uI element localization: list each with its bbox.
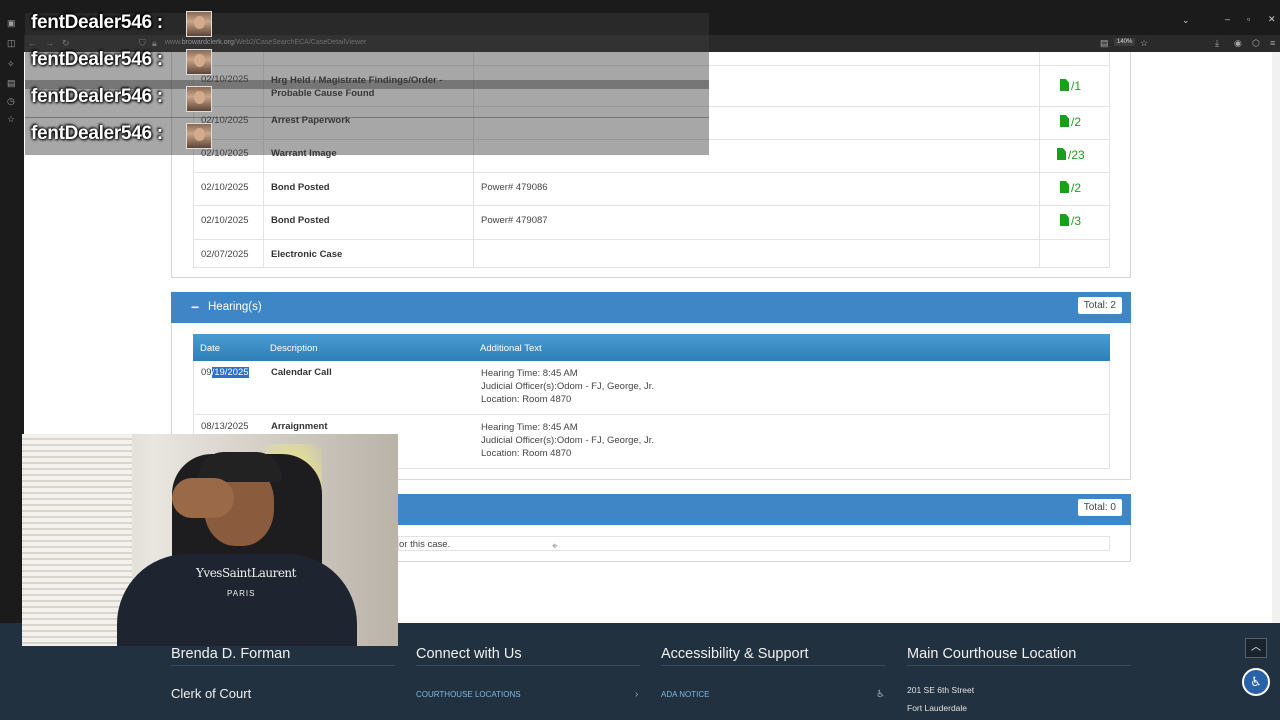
col-additional-text[interactable]: Additional Text bbox=[480, 343, 542, 354]
courthouse-locations-link[interactable]: COURTHOUSE LOCATIONS bbox=[416, 690, 521, 699]
docket-doc-cell: /23 bbox=[1040, 140, 1110, 172]
window-blinds bbox=[22, 434, 132, 646]
docket-additional: Power# 479087 bbox=[474, 206, 1040, 239]
menu-icon[interactable]: ≡ bbox=[1270, 38, 1275, 48]
sidebar-ai-icon[interactable]: ✧ bbox=[7, 59, 15, 70]
browser-sidebar: ▣ ◫ ✧ ▤ ◷ ☆ ⚙ bbox=[0, 0, 24, 720]
docket-doc-cell: /3 bbox=[1040, 206, 1110, 239]
chat-avatar bbox=[186, 49, 212, 75]
divider bbox=[416, 665, 640, 666]
hearings-title: Hearing(s) bbox=[208, 301, 262, 313]
footer-heading: Accessibility & Support bbox=[661, 646, 809, 662]
back-to-top-button[interactable]: ︿ bbox=[1245, 638, 1267, 658]
address-line2: Fort Lauderdale bbox=[907, 703, 968, 713]
hearings-total-badge: Total: 2 bbox=[1077, 297, 1122, 314]
document-icon bbox=[1060, 181, 1069, 193]
chat-username: fentDealer546 : bbox=[31, 12, 163, 33]
chat-username: fentDealer546 : bbox=[31, 86, 163, 107]
sidebar-bookmarks-icon[interactable]: ▤ bbox=[7, 78, 16, 89]
docket-description: Bond Posted bbox=[264, 173, 474, 205]
ada-notice-link[interactable]: ADA NOTICE bbox=[661, 690, 709, 699]
chat-avatar bbox=[186, 86, 212, 112]
hearing-additional: Hearing Time: 8:45 AM Judicial Officer(s… bbox=[481, 368, 654, 405]
docket-date: 02/10/2025 bbox=[194, 206, 264, 239]
chevron-right-icon: › bbox=[635, 689, 639, 700]
chat-avatar bbox=[186, 11, 212, 37]
accessibility-icon: ♿︎ bbox=[1250, 674, 1262, 689]
docket-doc-cell: /2 bbox=[1040, 173, 1110, 205]
document-icon bbox=[1060, 214, 1069, 226]
shirt-logo-sub: PARIS bbox=[227, 589, 256, 598]
empty-message-row: or this case. bbox=[398, 536, 1110, 551]
docket-date: 02/07/2025 bbox=[194, 240, 264, 267]
chat-avatar bbox=[186, 123, 212, 149]
collapse-icon[interactable]: − bbox=[191, 299, 199, 315]
shirt-logo: YvesSaintLaurent bbox=[196, 566, 296, 580]
footer-subheading: Clerk of Court bbox=[171, 686, 252, 701]
reader-view-icon[interactable]: ▤ bbox=[1100, 38, 1109, 48]
docket-doc-cell bbox=[1040, 52, 1110, 65]
divider bbox=[171, 665, 395, 666]
streamer-hand bbox=[172, 478, 234, 518]
chat-username: fentDealer546 : bbox=[31, 123, 163, 144]
docket-doc-cell: /1 bbox=[1040, 66, 1110, 106]
document-link[interactable]: /1 bbox=[1060, 79, 1081, 93]
footer-heading: Brenda D. Forman bbox=[171, 646, 291, 662]
page-scrollbar[interactable] bbox=[1272, 52, 1280, 712]
hearing-additional: Hearing Time: 8:45 AM Judicial Officer(s… bbox=[481, 422, 654, 459]
footer-heading: Connect with Us bbox=[416, 646, 522, 662]
footer-heading: Main Courthouse Location bbox=[907, 646, 1077, 662]
next-section-total-badge: Total: 0 bbox=[1077, 499, 1122, 516]
docket-row: 02/10/2025 Bond Posted Power# 479087 /3 bbox=[193, 206, 1110, 240]
divider bbox=[661, 665, 885, 666]
col-date[interactable]: Date bbox=[200, 343, 220, 354]
docket-date: 02/10/2025 bbox=[194, 173, 264, 205]
docket-row: 02/10/2025 Bond Posted Power# 479086 /2 bbox=[193, 173, 1110, 206]
docket-doc-cell: /2 bbox=[1040, 107, 1110, 139]
accessibility-widget-button[interactable]: ♿︎ bbox=[1242, 668, 1270, 696]
sidebar-tabs-icon[interactable]: ▣ bbox=[7, 18, 16, 29]
bookmark-star-icon[interactable]: ☆ bbox=[1140, 38, 1148, 48]
hearings-header[interactable]: − Hearing(s) Total: 2 bbox=[171, 292, 1131, 323]
zoom-level[interactable]: 140% bbox=[1114, 38, 1136, 46]
docket-additional bbox=[474, 240, 1040, 267]
hearings-table-header: Date Description Additional Text bbox=[193, 334, 1110, 361]
docket-doc-cell bbox=[1040, 240, 1110, 267]
hearing-date[interactable]: 09/19/2025 bbox=[194, 361, 264, 414]
hearing-description: Calendar Call bbox=[271, 367, 332, 378]
docket-row: 02/07/2025 Electronic Case bbox=[193, 240, 1110, 268]
mouse-cursor-icon: ⌖ bbox=[552, 541, 558, 552]
wheelchair-icon: ♿︎ bbox=[876, 689, 885, 700]
docket-description: Electronic Case bbox=[264, 240, 474, 267]
tab-list-chevron-icon[interactable]: ⌄ bbox=[1182, 15, 1190, 26]
screen: { "browser": { "url_domain": "browardcle… bbox=[0, 0, 1280, 720]
chat-username: fentDealer546 : bbox=[31, 49, 163, 70]
empty-message: or this case. bbox=[399, 539, 451, 550]
minimize-icon[interactable]: – bbox=[1225, 14, 1230, 24]
extensions-icon[interactable]: ⬡ bbox=[1252, 38, 1260, 48]
close-icon[interactable]: ✕ bbox=[1268, 14, 1276, 25]
document-link[interactable]: /2 bbox=[1060, 181, 1081, 195]
document-icon bbox=[1060, 115, 1069, 127]
hearing-row: 09/19/2025 Calendar Call Hearing Time: 8… bbox=[193, 361, 1110, 415]
document-icon bbox=[1060, 79, 1069, 91]
docket-description: Bond Posted bbox=[264, 206, 474, 239]
download-icon[interactable]: ⤓ bbox=[1215, 38, 1219, 48]
col-description[interactable]: Description bbox=[270, 343, 318, 354]
divider bbox=[907, 665, 1131, 666]
webcam-overlay: YvesSaintLaurent PARIS bbox=[22, 434, 398, 646]
address-line1: 201 SE 6th Street bbox=[907, 685, 975, 695]
maximize-icon[interactable]: ▫ bbox=[1247, 14, 1250, 24]
text-selection: /19/2025 bbox=[211, 367, 249, 378]
chevron-up-icon: ︿ bbox=[1251, 642, 1261, 653]
document-link[interactable]: /23 bbox=[1057, 148, 1085, 162]
document-link[interactable]: /2 bbox=[1060, 115, 1081, 129]
sidebar-star-icon[interactable]: ☆ bbox=[7, 114, 15, 125]
docket-additional: Power# 479086 bbox=[474, 173, 1040, 205]
sidebar-history-icon[interactable]: ◷ bbox=[7, 96, 15, 107]
account-icon[interactable]: ◉ bbox=[1234, 38, 1242, 48]
sidebar-panel-icon[interactable]: ◫ bbox=[7, 38, 16, 49]
document-icon bbox=[1057, 148, 1066, 160]
document-link[interactable]: /3 bbox=[1060, 214, 1081, 228]
